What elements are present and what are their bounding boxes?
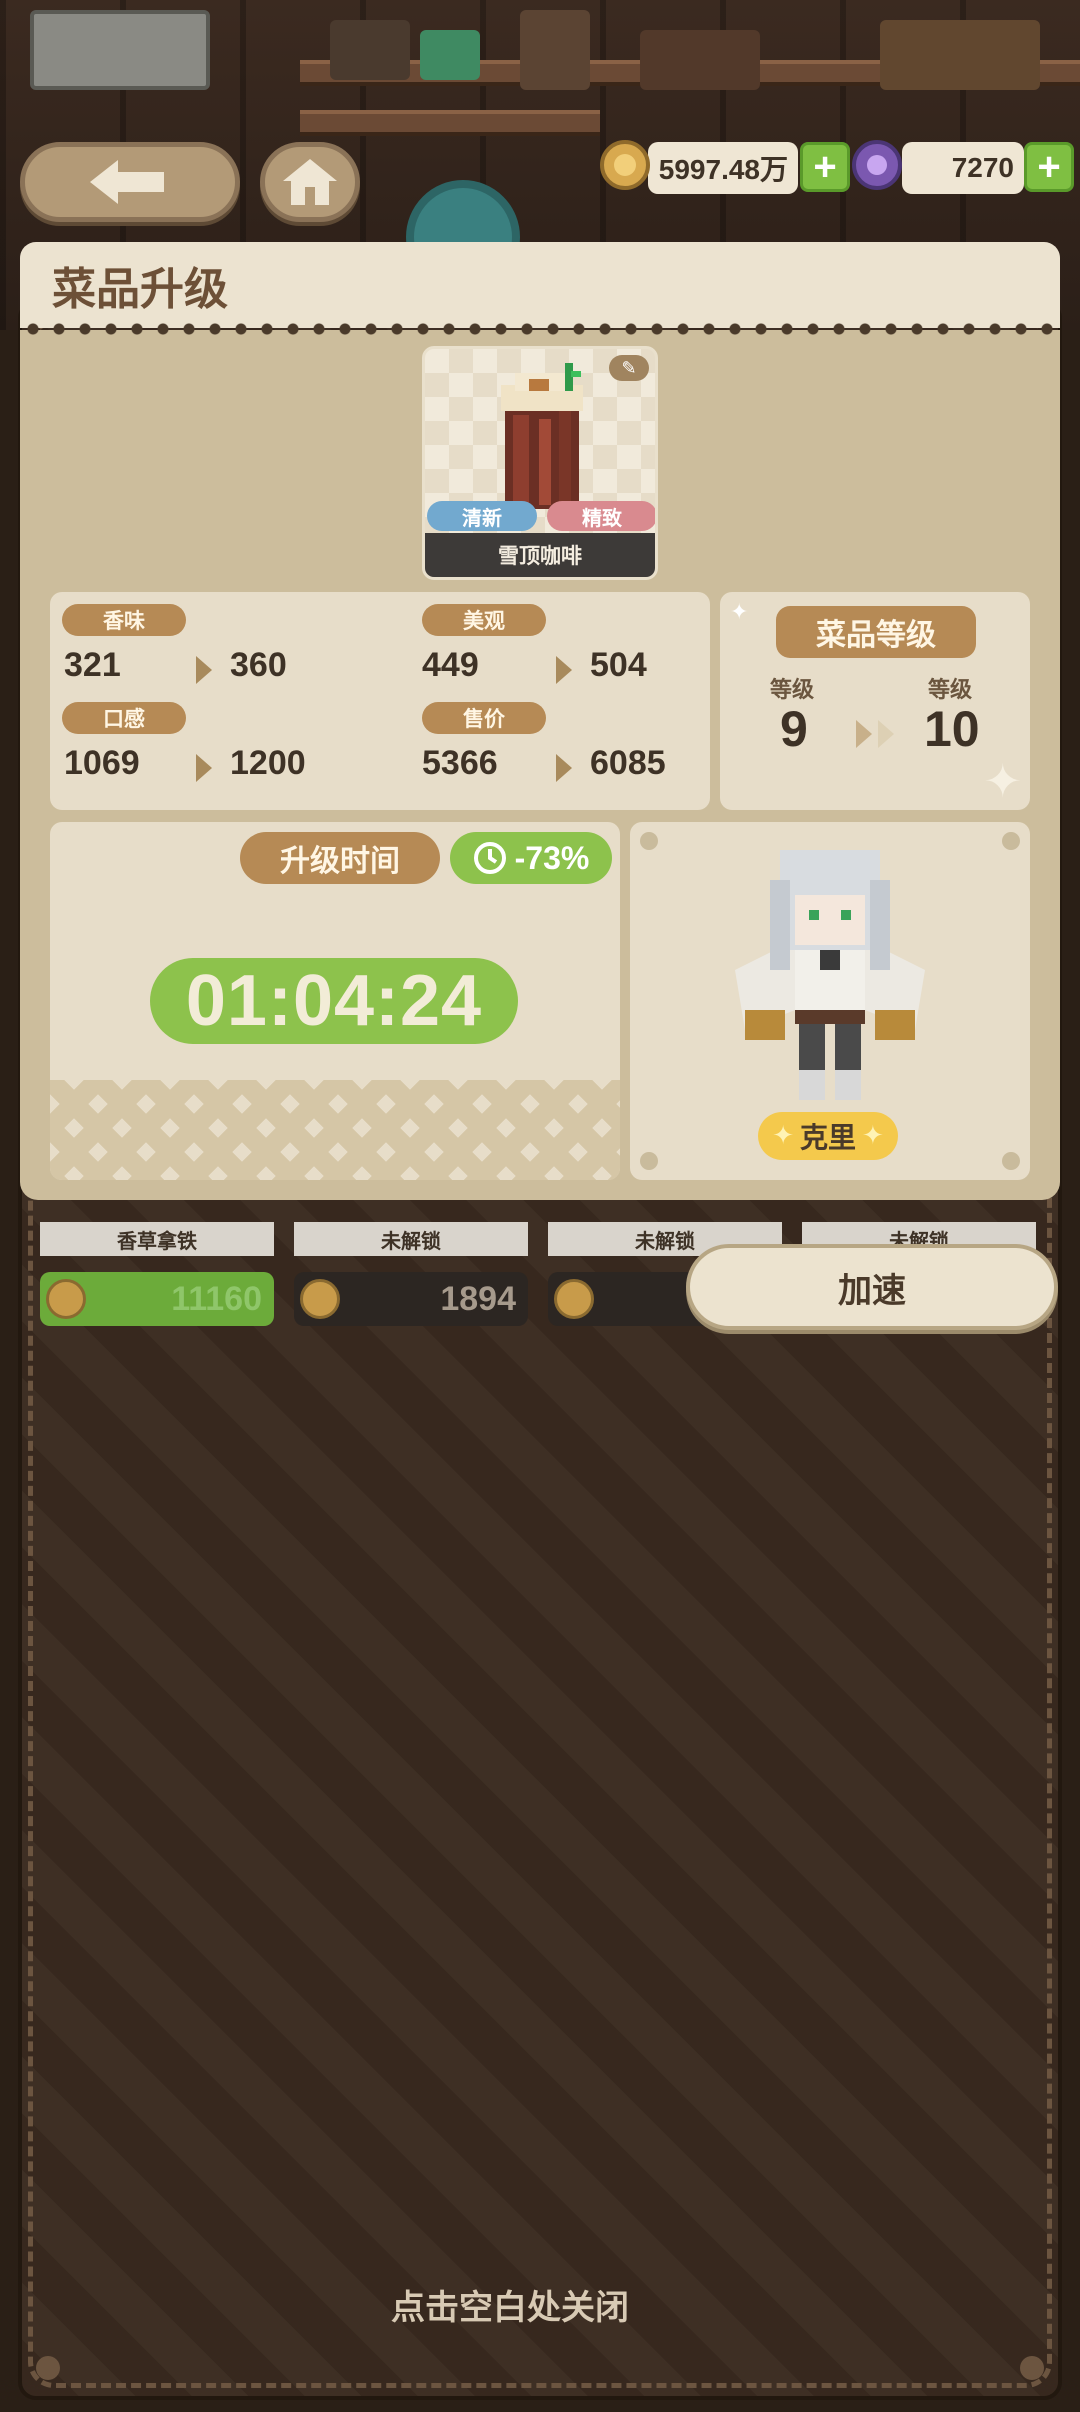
corner-dot <box>1002 1152 1020 1170</box>
coin-balance: 5997.48万 <box>648 142 798 194</box>
time-discount-badge: -73% <box>450 832 612 884</box>
panel-stitch-divider <box>20 322 1060 336</box>
stat-taste-next: 1200 <box>230 744 306 782</box>
list-item-price-value: 11160 <box>171 1279 262 1318</box>
dish-tag-fresh: 清新 <box>427 501 537 531</box>
diamond-pattern <box>50 1080 620 1180</box>
upgrade-time-label: 升级时间 <box>240 832 440 884</box>
upgrade-time: 升级时间 -73% 01:04:24 <box>50 822 620 1180</box>
coin-icon <box>46 1279 86 1319</box>
sparkle-icon: ✦ <box>983 754 1022 808</box>
chef-portrait <box>735 850 925 1100</box>
list-item-name: 未解锁 <box>294 1222 528 1256</box>
clock-icon <box>473 842 506 874</box>
gem-balance: 7270 <box>902 142 1024 194</box>
stat-label-appearance: 美观 <box>422 604 546 636</box>
coin-icon <box>300 1279 340 1319</box>
stat-appearance-current: 449 <box>422 646 479 684</box>
dish-level: ✦ ✦ 菜品等级 等级 等级 9 10 <box>720 592 1030 810</box>
shelf-decoration <box>640 30 760 90</box>
stat-taste-current: 1069 <box>64 744 140 782</box>
dish-stats: 香味 321 360 美观 449 504 口感 1069 1200 售价 53… <box>50 592 710 810</box>
list-item-price: 11160 <box>40 1272 274 1326</box>
coin-icon <box>554 1279 594 1319</box>
stat-label-taste: 口感 <box>62 702 186 734</box>
close-hint[interactable]: 点击空白处关闭 <box>0 2280 1020 2329</box>
stat-aroma-next: 360 <box>230 646 287 684</box>
stat-aroma-current: 321 <box>64 646 121 684</box>
corner-dot <box>640 832 658 850</box>
arrow-right-icon <box>196 754 212 782</box>
corner-dot <box>1002 832 1020 850</box>
window-decoration <box>30 10 210 90</box>
board-corner-dot <box>36 2356 60 2380</box>
chef-name: 克里 <box>799 1121 856 1154</box>
stat-label-price: 售价 <box>422 702 546 734</box>
sparkle-icon: ✦ <box>730 600 749 625</box>
arrow-right-icon <box>556 656 572 684</box>
chef-name-badge: ✦ 克里 ✦ <box>758 1112 898 1160</box>
shelf <box>300 110 600 136</box>
panel-title: 菜品升级 <box>20 242 1060 328</box>
level-title: 菜品等级 <box>776 606 976 658</box>
time-discount-value: -73% <box>514 839 590 876</box>
double-arrow-icon <box>856 720 872 748</box>
add-coins-button[interactable]: + <box>800 142 850 192</box>
list-item-price-value: 1894 <box>440 1279 516 1318</box>
assigned-chef[interactable]: ✦ 克里 ✦ <box>630 822 1030 1180</box>
home-button[interactable] <box>260 142 360 222</box>
sparkle-icon: ✦ <box>772 1121 794 1151</box>
level-current: 9 <box>780 701 808 757</box>
upgrade-timer: 01:04:24 <box>150 958 518 1044</box>
arrow-right-icon <box>556 754 572 782</box>
home-icon <box>283 159 337 205</box>
dish-name: 雪顶咖啡 <box>425 533 655 577</box>
dish-card[interactable]: ✎ 清新 精致 雪顶咖啡 <box>422 346 658 580</box>
shelf-decoration <box>880 20 1040 90</box>
corner-dot <box>640 1152 658 1170</box>
back-arrow-icon <box>90 160 164 204</box>
speed-up-button[interactable]: 加速 <box>686 1244 1058 1330</box>
arrow-right-icon <box>196 656 212 684</box>
stat-appearance-next: 504 <box>590 646 647 684</box>
shelf-decoration <box>420 30 480 80</box>
list-item-name: 香草拿铁 <box>40 1222 274 1256</box>
list-item-price: 1894 <box>294 1272 528 1326</box>
sparkle-icon: ✦ <box>862 1121 884 1151</box>
level-next: 10 <box>924 701 980 757</box>
gem-icon <box>852 140 902 190</box>
shelf-decoration <box>520 10 590 90</box>
board-corner-dot <box>1020 2356 1044 2380</box>
add-gems-button[interactable]: + <box>1024 142 1074 192</box>
back-button[interactable] <box>20 142 240 222</box>
stat-label-aroma: 香味 <box>62 604 186 636</box>
coin-icon <box>600 140 650 190</box>
dish-tag-exquisite: 精致 <box>547 501 655 531</box>
shelf-decoration <box>330 20 410 80</box>
double-arrow-icon <box>878 720 894 748</box>
stat-price-next: 6085 <box>590 744 666 782</box>
stat-price-current: 5366 <box>422 744 498 782</box>
